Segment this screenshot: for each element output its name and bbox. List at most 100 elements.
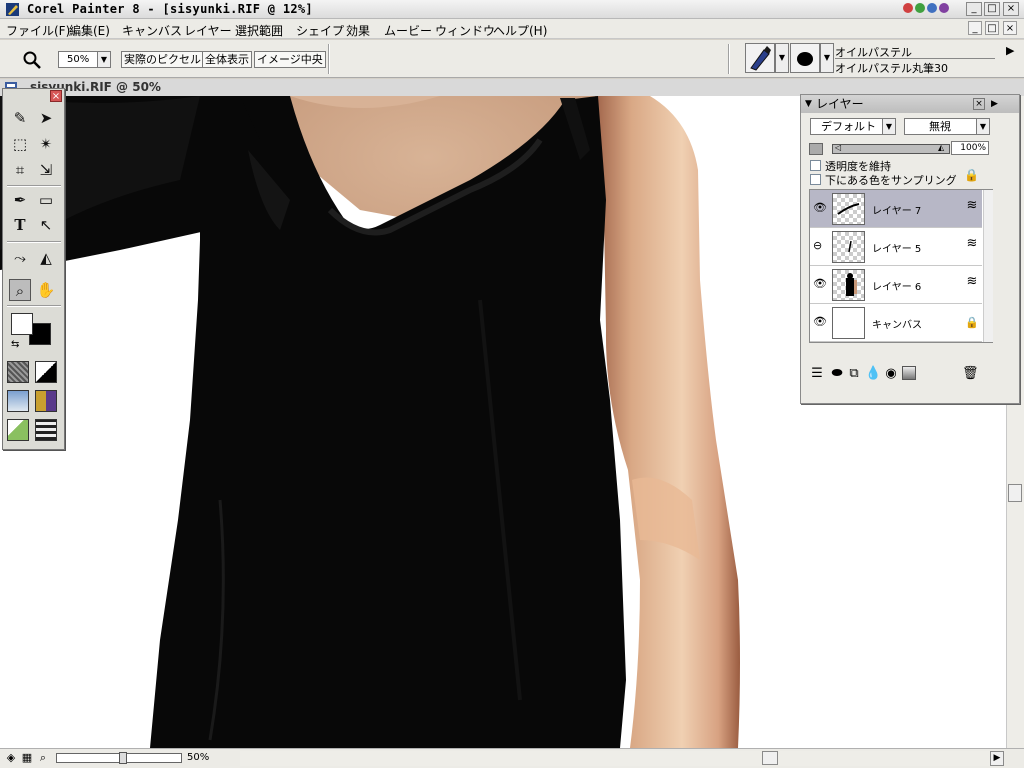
lock-icon[interactable]: 🔒: [964, 168, 979, 182]
mask-gradient-icon[interactable]: [902, 366, 916, 380]
nozzle-selector-icon[interactable]: [7, 419, 29, 441]
paint-bucket-icon[interactable]: ◭: [35, 247, 57, 269]
close-button[interactable]: ×: [1003, 2, 1019, 16]
layer-mask-icon[interactable]: [809, 143, 823, 155]
center-image-button[interactable]: イメージ中央: [254, 51, 326, 68]
divider: [835, 58, 995, 59]
zoom-field[interactable]: 50%: [58, 51, 98, 68]
minimize-button[interactable]: _: [966, 2, 982, 16]
chevron-down-icon[interactable]: ▼: [976, 118, 990, 135]
layer-commands-icon[interactable]: ☰: [809, 366, 825, 382]
system-tray: [903, 3, 957, 16]
menu-movie[interactable]: ムービー: [384, 22, 432, 39]
menu-shapes[interactable]: シェイプ: [296, 22, 344, 39]
layer-list[interactable]: 👁 レイヤー 7 ≋ ⊖ レイヤー 5 ≋ 👁 レイヤー 6 ≋ 👁 キャンバス…: [809, 189, 993, 343]
opacity-slider[interactable]: ◁ ◭: [832, 143, 950, 154]
close-icon[interactable]: ×: [973, 98, 985, 110]
new-watercolor-layer-icon[interactable]: 💧: [865, 366, 881, 382]
gradient-selector-icon[interactable]: [35, 361, 57, 383]
layers-panel-header[interactable]: ▼ レイヤー × ▶: [801, 95, 1019, 113]
grabber-hand-icon[interactable]: ✋: [35, 279, 57, 301]
layer-mask-create-icon[interactable]: ◉: [883, 366, 899, 382]
zoom-slider-knob[interactable]: [119, 752, 127, 764]
expand-arrow-icon[interactable]: ▶: [1006, 44, 1014, 57]
menu-edit[interactable]: 編集(E): [69, 22, 110, 39]
brush-tool-icon[interactable]: ✎: [9, 107, 31, 129]
doc-minimize-button[interactable]: _: [968, 21, 982, 35]
selection-adjuster-icon[interactable]: ⇲: [35, 159, 57, 181]
layer-row[interactable]: 👁 レイヤー 6 ≋: [810, 266, 982, 304]
layers-panel: ▼ レイヤー × ▶ デフォルト ▼ 無視 ▼ ◁ ◭ 100% 透明度を維持 …: [800, 94, 1020, 404]
crop-icon[interactable]: ⌗: [9, 159, 31, 181]
menu-help[interactable]: ヘルプ(H): [493, 22, 547, 39]
scroll-right-button[interactable]: ▶: [990, 751, 1004, 766]
paper-selector-icon[interactable]: [7, 361, 29, 383]
horizontal-scrollbar[interactable]: [240, 751, 1004, 766]
text-tool-icon[interactable]: T: [9, 214, 31, 236]
menu-file[interactable]: ファイル(F): [6, 22, 70, 39]
primary-color-swatch[interactable]: [11, 313, 33, 335]
chevron-down-icon[interactable]: ▼: [97, 51, 111, 68]
status-zoom-label: 50%: [187, 752, 210, 763]
rectangle-shape-icon[interactable]: ▭: [35, 189, 57, 211]
dropper-icon[interactable]: ⤳: [9, 247, 31, 269]
trash-icon[interactable]: 🗑: [962, 366, 979, 382]
magnifier-tool-icon[interactable]: ⌕: [9, 279, 31, 301]
doc-close-button[interactable]: ×: [1003, 21, 1017, 35]
menu-layers[interactable]: レイヤー: [184, 22, 232, 39]
layer-name: レイヤー 6: [872, 282, 922, 293]
zoom-icon[interactable]: ⌕: [36, 751, 50, 765]
layer-stack-icon: ≋: [966, 236, 978, 251]
menu-effects[interactable]: 効果: [346, 22, 370, 39]
grain-icon[interactable]: ▦: [20, 751, 34, 765]
menu-window[interactable]: ウィンドウ: [435, 22, 495, 39]
weaving-selector-icon[interactable]: [35, 390, 57, 412]
magnifier-icon[interactable]: [22, 50, 42, 70]
menu-canvas[interactable]: キャンバス: [122, 22, 182, 39]
status-bar: ◈ ▦ ⌕ 50% ◀ ▶: [0, 748, 1024, 768]
actual-pixels-button[interactable]: 実際のピクセル: [121, 51, 204, 68]
eye-icon[interactable]: 👁: [813, 202, 827, 214]
swap-colors-icon[interactable]: ⇆: [11, 339, 19, 350]
panel-menu-arrow-icon[interactable]: ▶: [991, 95, 998, 113]
opacity-field[interactable]: 100%: [951, 141, 989, 155]
menu-select[interactable]: 選択範囲: [235, 22, 283, 39]
zoom-slider[interactable]: [56, 752, 182, 764]
divider: [7, 185, 61, 187]
eye-icon[interactable]: 👁: [813, 316, 827, 328]
doc-restore-button[interactable]: □: [985, 21, 999, 35]
pick-up-underlying-checkbox[interactable]: [810, 174, 821, 185]
chevron-down-icon[interactable]: ▼: [820, 43, 834, 73]
fit-screen-button[interactable]: 全体表示: [202, 51, 252, 68]
shape-selection-icon[interactable]: ↖: [35, 214, 57, 236]
magic-wand-icon[interactable]: ✴: [35, 133, 57, 155]
maximize-button[interactable]: □: [984, 2, 1000, 16]
layer-row[interactable]: 👁 キャンバス 🔒: [810, 304, 982, 342]
eye-icon[interactable]: 👁: [813, 278, 827, 290]
layer-row[interactable]: ⊖ レイヤー 5 ≋: [810, 228, 982, 266]
brush-variant-selector[interactable]: [790, 43, 820, 73]
composite-method-select[interactable]: デフォルト: [810, 118, 890, 135]
looks-selector-icon[interactable]: [35, 419, 57, 441]
collapse-triangle-icon[interactable]: ▼: [805, 95, 812, 113]
property-bar: 50% ▼ 実際のピクセル 全体表示 イメージ中央 ▼ ▼ オイルパステル オイ…: [0, 40, 1024, 78]
slider-knob-icon[interactable]: ◭: [938, 143, 944, 152]
chevron-down-icon[interactable]: ▼: [775, 43, 789, 73]
tray-icon: [915, 3, 925, 13]
scrollbar-thumb[interactable]: [1008, 484, 1022, 502]
brush-category-selector[interactable]: [745, 43, 775, 73]
layer-list-scrollbar[interactable]: [983, 190, 993, 342]
close-icon[interactable]: ×: [50, 90, 62, 102]
eye-closed-icon[interactable]: ⊖: [813, 240, 825, 252]
scrollbar-thumb[interactable]: [762, 751, 778, 765]
pattern-selector-icon[interactable]: [7, 390, 29, 412]
chevron-down-icon[interactable]: ▼: [882, 118, 896, 135]
preserve-transparency-checkbox[interactable]: [810, 160, 821, 171]
layer-adjuster-icon[interactable]: ➤: [35, 107, 57, 129]
layer-row[interactable]: 👁 レイヤー 7 ≋: [810, 190, 982, 228]
new-layer-icon[interactable]: ⧉: [846, 366, 862, 382]
rect-select-icon[interactable]: ⬚: [9, 133, 31, 155]
drawing-mode-icon[interactable]: ◈: [4, 751, 18, 765]
dynamic-plugins-icon[interactable]: ⬬: [829, 366, 845, 382]
pen-tool-icon[interactable]: ✒: [9, 189, 31, 211]
